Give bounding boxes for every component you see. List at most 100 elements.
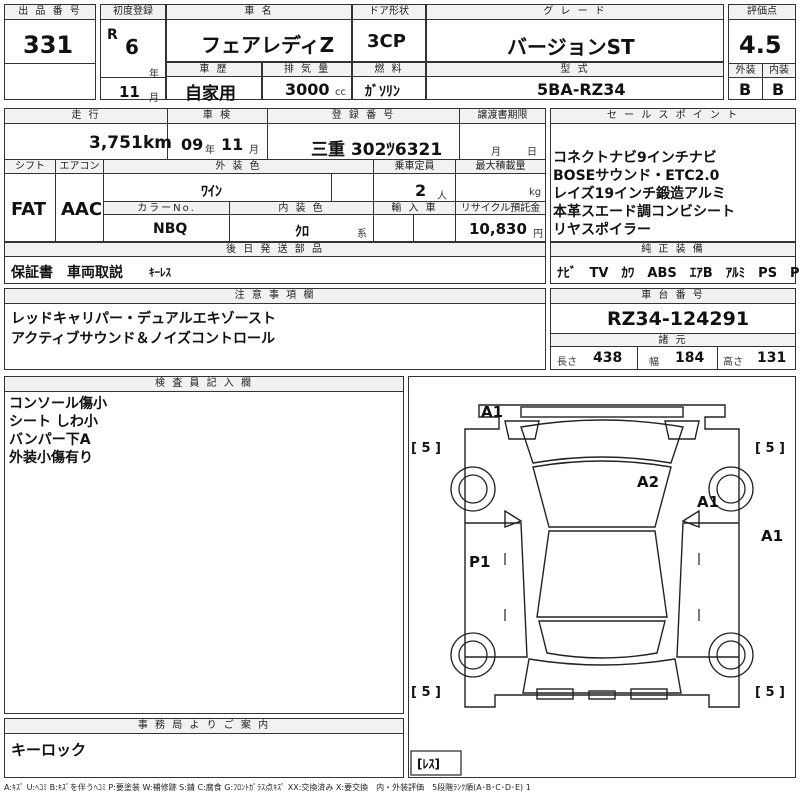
damage-mark-hood: A2 bbox=[637, 473, 660, 491]
equipment-box: 純 正 装 備 ﾅﾋﾞ TV ｶﾜ ABS ｴｱB ｱﾙﾐ PS PW bbox=[550, 242, 800, 284]
recycle-unit: 円 bbox=[533, 229, 543, 240]
insp-year-unit: 年 bbox=[205, 145, 215, 156]
color-label: 外 装 色 bbox=[103, 160, 373, 174]
import-label: 輸 入 車 bbox=[373, 202, 455, 215]
notes-list: レッドキャリパー・デュアルエキゾースト アクティブサウンド＆ノイズコントロール bbox=[11, 309, 276, 349]
transfer-month-unit: 月 bbox=[491, 147, 501, 158]
later-parts-extra: ｷｰﾚｽ bbox=[149, 266, 171, 279]
later-parts-box: 後 日 発 送 部 品 保証書 車両取説 ｷｰﾚｽ bbox=[4, 242, 546, 284]
cc-label: 排 気 量 bbox=[263, 63, 351, 77]
notes-label: 注 意 事 項 欄 bbox=[5, 289, 545, 304]
fuel: ｶﾞｿﾘﾝ bbox=[365, 84, 400, 100]
score-label: 評価点 bbox=[729, 5, 795, 20]
score: 4.5 bbox=[739, 31, 782, 59]
history: 自家用 bbox=[185, 84, 236, 104]
sales-points-list: コネクトナビ9インチナビ BOSEサウンド・ETC2.0 レイズ19インチ鍛造アルミ… bbox=[553, 149, 735, 239]
transfer-day-unit: 日 bbox=[527, 147, 537, 158]
legend: A:ｷｽﾞ U:ﾍｺﾐ B:ｷｽﾞを伴うﾍｺﾐ P:要塗装 W:補修跡 S:錆 … bbox=[4, 783, 531, 792]
sales-points-box: セ ー ル ス ポ イ ン ト コネクトナビ9インチナビ BOSEサウンド・ETC… bbox=[550, 108, 796, 242]
grade-box: グ レ ー ド バージョンST bbox=[426, 4, 724, 62]
sales-point-line: コネクトナビ9インチナビ bbox=[553, 150, 717, 166]
ext-label: 外装 bbox=[729, 64, 762, 78]
model-box: 型 式 5BA-RZ34 bbox=[426, 62, 724, 100]
insp-month: 11 bbox=[221, 135, 244, 154]
inspector-label: 検 査 員 記 入 欄 bbox=[5, 377, 403, 392]
damage-mark-front-bumper: A1 bbox=[481, 403, 504, 421]
tire-rear-left: [ 5 ] bbox=[411, 685, 441, 700]
sales-point-line: BOSEサウンド・ETC2.0 bbox=[553, 168, 720, 184]
color-no: NBQ bbox=[153, 221, 188, 237]
int-color-unit: 系 bbox=[357, 229, 367, 240]
damage-mark-right-side: A1 bbox=[761, 527, 784, 545]
tire-front-left: [ 5 ] bbox=[411, 441, 441, 456]
sales-point-line: 本革スエード調コンビシート bbox=[553, 204, 735, 220]
score-box: 評価点 4.5 外装 内装 B B bbox=[728, 4, 796, 100]
era: R bbox=[107, 27, 118, 43]
door-shape: 3CP bbox=[367, 31, 406, 52]
grade: バージョンST bbox=[507, 35, 635, 59]
damage-mark-left-door: P1 bbox=[469, 553, 491, 571]
notes-box: 注 意 事 項 欄 レッドキャリパー・デュアルエキゾースト アクティブサウンド＆ノ… bbox=[4, 288, 546, 370]
inspector-note-line: バンパー下A bbox=[9, 432, 91, 448]
vehicle-info-block: 走 行 車 検 登 録 番 号 譲渡書期限 3,751 km 09 年 11 月… bbox=[4, 108, 546, 242]
lot-number: 331 bbox=[23, 31, 74, 59]
inspector-note-line: シート しわ小 bbox=[9, 414, 98, 430]
office-box: 事 務 局 よ り ご 案 内 キーロック bbox=[4, 718, 404, 778]
reg-year: 6 bbox=[125, 35, 139, 59]
car-diagram: A1 A2 A1 A1 P1 [ 5 ] [ 5 ] [ 5 ] [ 5 ] [… bbox=[408, 376, 796, 778]
insp-year: 09 bbox=[181, 135, 204, 154]
insp-month-unit: 月 bbox=[249, 145, 259, 156]
plate-label: 登 録 番 号 bbox=[267, 109, 459, 124]
cc-unit: cc bbox=[335, 87, 346, 98]
load-unit: kg bbox=[529, 187, 542, 198]
interior-color: ｸﾛ bbox=[295, 224, 309, 240]
height: 131 bbox=[757, 350, 787, 366]
first-reg-label: 初度登録 bbox=[101, 5, 165, 20]
inspector-list: コンソール傷小 シート しわ小 バンパー下A 外装小傷有り bbox=[9, 395, 107, 467]
lot-label: 出 品 番 号 bbox=[5, 5, 95, 20]
model-label: 型 式 bbox=[427, 63, 723, 77]
int-color-label: 内 装 色 bbox=[229, 202, 373, 215]
history-box: 車 歴 自家用 bbox=[166, 62, 262, 104]
dims-label: 諸 元 bbox=[551, 333, 795, 347]
equipment-label: 純 正 装 備 bbox=[551, 243, 795, 257]
recycle-fee: 10,830 bbox=[469, 220, 527, 238]
mileage-label: 走 行 bbox=[5, 109, 167, 124]
cc-box: 排 気 量 3000 cc bbox=[262, 62, 352, 100]
mileage-unit: km bbox=[143, 133, 173, 153]
length: 438 bbox=[593, 350, 623, 366]
history-label: 車 歴 bbox=[167, 63, 261, 77]
shift: FAT bbox=[11, 199, 47, 220]
car-name-label: 車 名 bbox=[167, 5, 351, 20]
door-label: ドア形状 bbox=[353, 5, 425, 20]
later-parts-items: 保証書 車両取説 bbox=[11, 265, 123, 281]
transfer-label: 譲渡書期限 bbox=[459, 109, 545, 124]
auction-sheet: 出 品 番 号 331 初度登録 R 6 年 11 月 車 名 フェアレディZ … bbox=[0, 0, 800, 800]
load-label: 最大積載量 bbox=[455, 160, 545, 174]
chassis-number: RZ34-124291 bbox=[607, 308, 750, 330]
office-text: キーロック bbox=[11, 741, 87, 759]
inspection-label: 車 検 bbox=[167, 109, 267, 124]
capacity: 2 bbox=[415, 181, 427, 200]
chassis-box: 車 台 番 号 RZ34-124291 諸 元 長さ 438 幅 184 高さ … bbox=[550, 288, 796, 370]
shift-label: シフト bbox=[5, 160, 55, 174]
capacity-unit: 人 bbox=[437, 191, 447, 202]
cc: 3000 bbox=[285, 80, 330, 99]
tire-front-right: [ 5 ] bbox=[755, 441, 785, 456]
model-code: 5BA-RZ34 bbox=[537, 80, 626, 99]
plate-number: 三重 302ﾂ6321 bbox=[311, 140, 443, 160]
color-no-label: カラーNo. bbox=[104, 202, 229, 215]
note-line: レッドキャリパー・デュアルエキゾースト bbox=[11, 311, 276, 327]
sales-points-label: セ ー ル ス ポ イ ン ト bbox=[551, 109, 795, 124]
length-label: 長さ bbox=[557, 357, 577, 368]
width-label: 幅 bbox=[649, 357, 659, 368]
car-name: フェアレディZ bbox=[201, 33, 335, 57]
int-grade: B bbox=[772, 80, 785, 99]
tire-rear-right: [ 5 ] bbox=[755, 685, 785, 700]
note-line: アクティブサウンド＆ノイズコントロール bbox=[11, 331, 276, 347]
inspector-note-line: 外装小傷有り bbox=[9, 450, 93, 466]
capacity-label: 乗車定員 bbox=[373, 160, 455, 174]
int-label: 内装 bbox=[762, 64, 795, 78]
reg-month: 11 bbox=[119, 83, 140, 101]
first-reg-box: 初度登録 R 6 年 11 月 bbox=[100, 4, 166, 104]
